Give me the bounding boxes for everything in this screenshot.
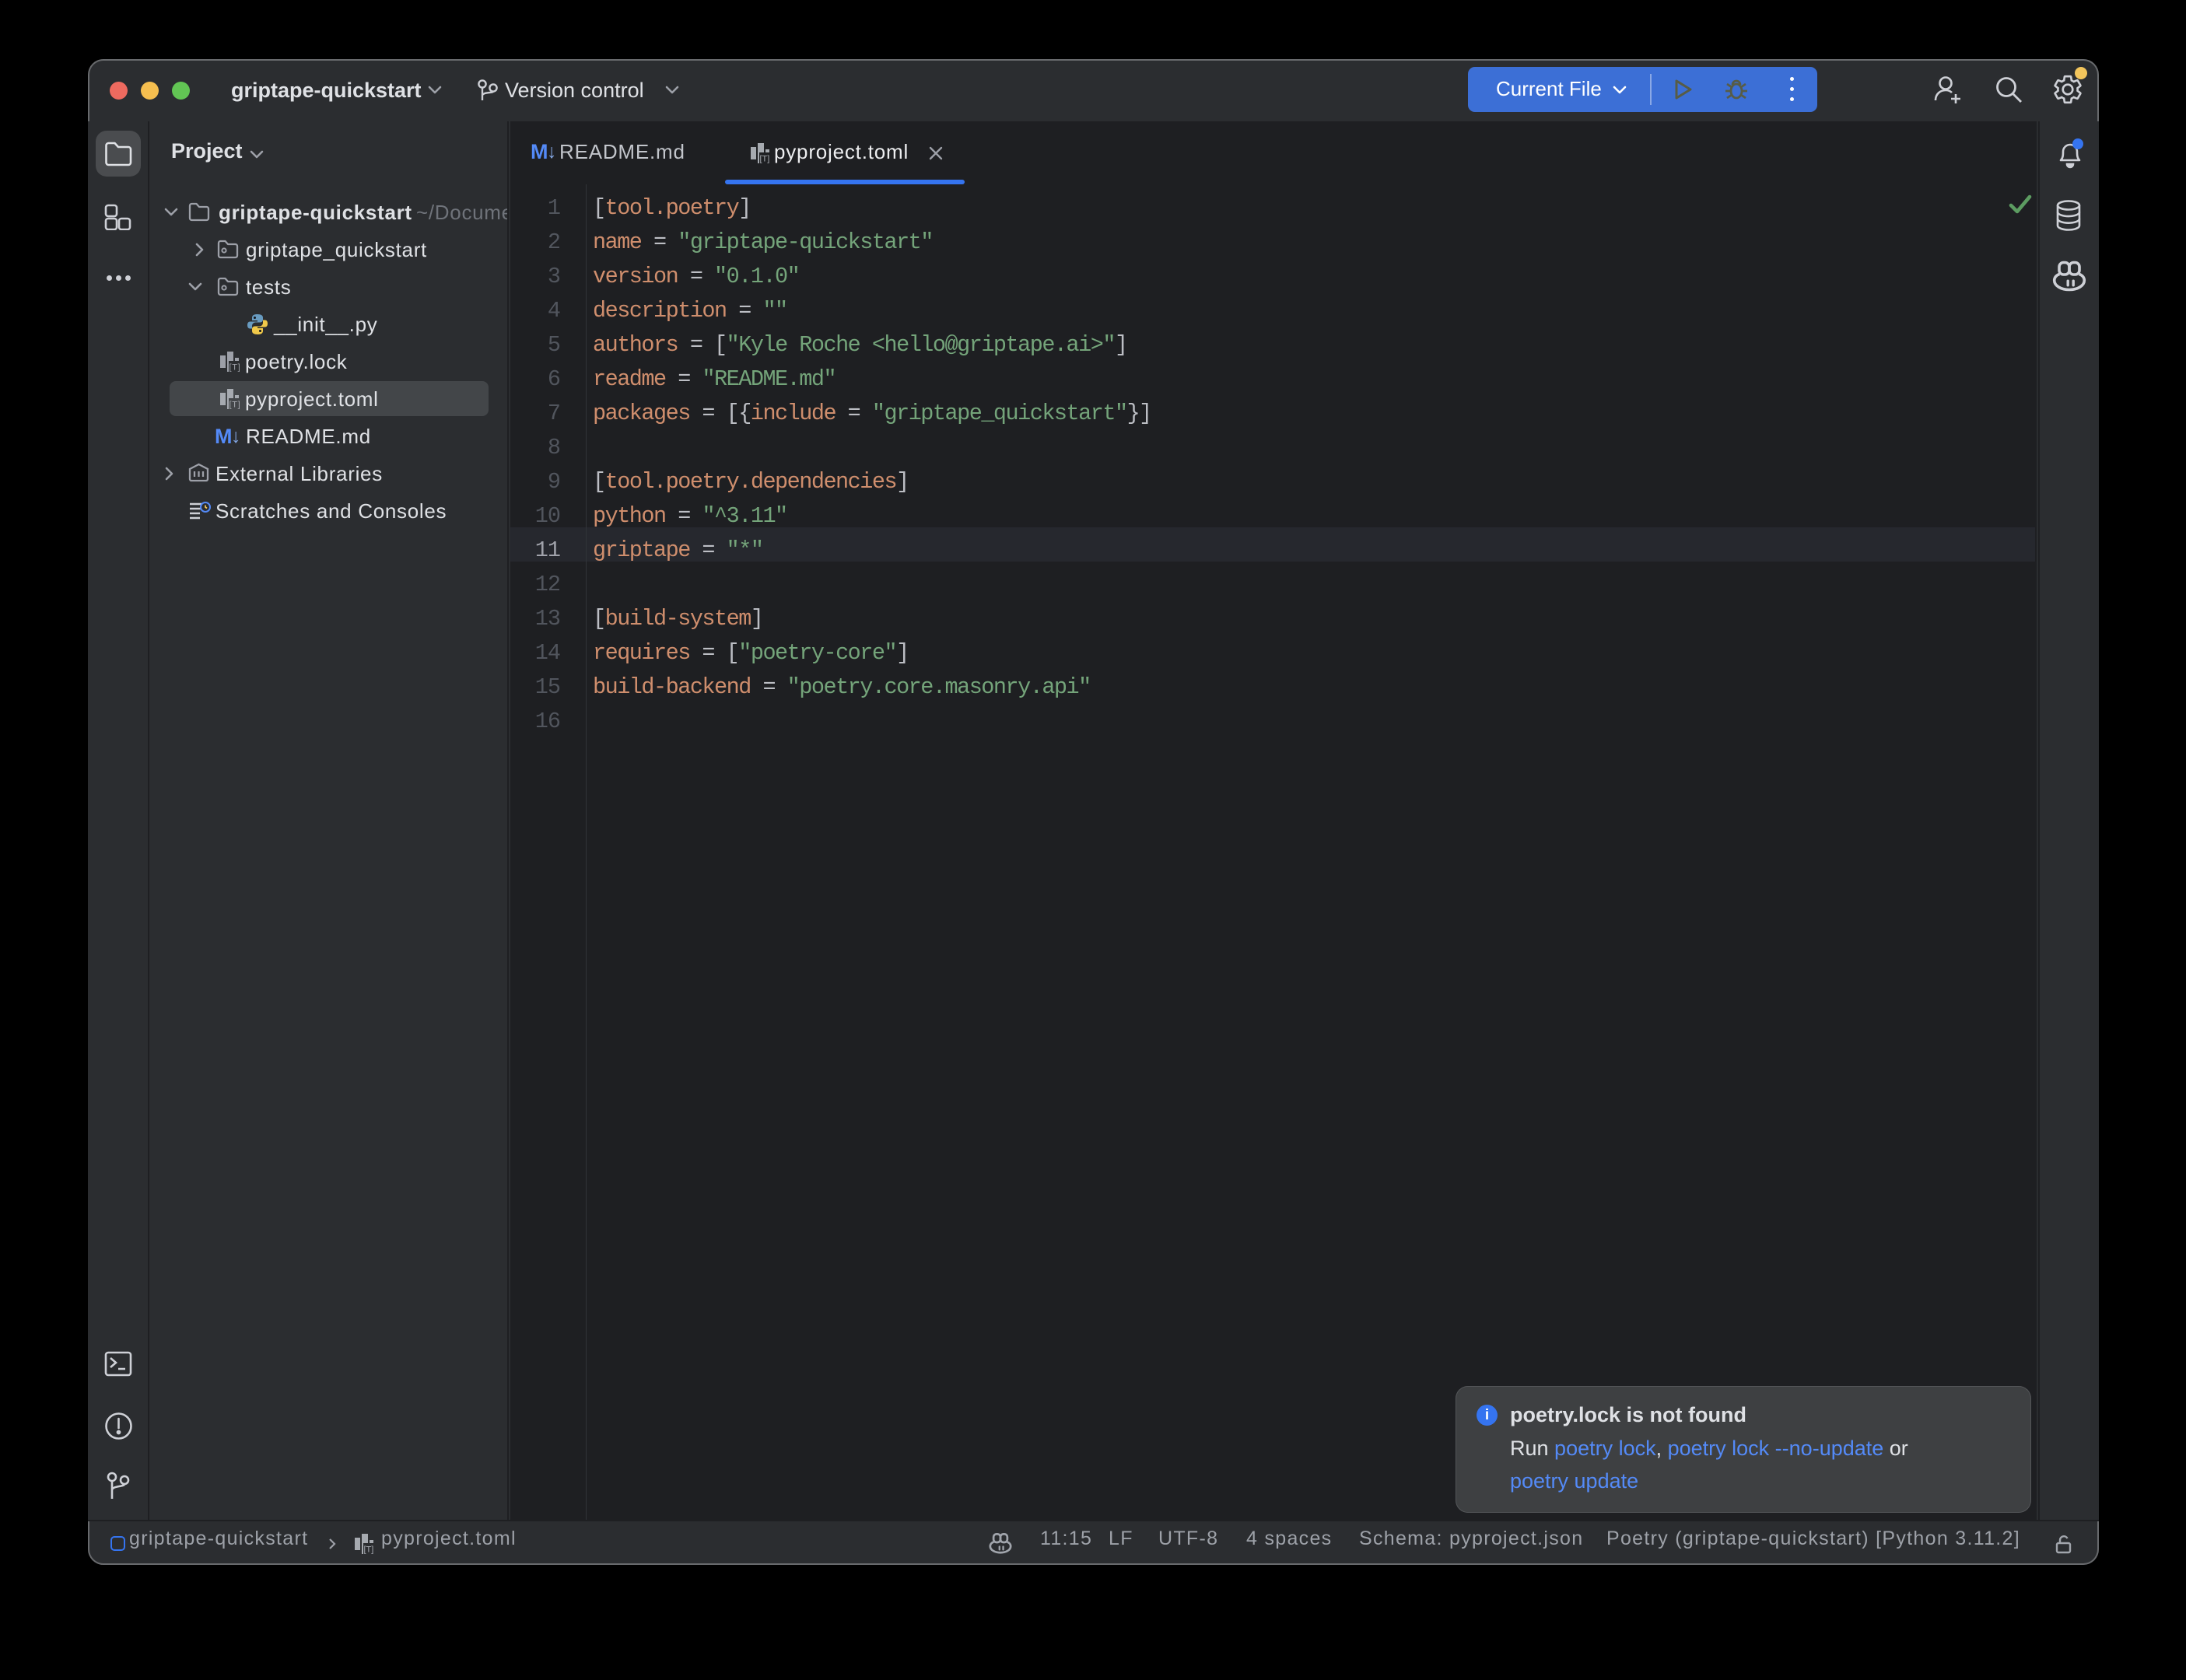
svg-text:[T]: [T] <box>229 363 241 373</box>
svg-text:[T]: [T] <box>364 1545 374 1555</box>
svg-text:[T]: [T] <box>760 155 770 164</box>
svg-text:[T]: [T] <box>229 401 241 410</box>
